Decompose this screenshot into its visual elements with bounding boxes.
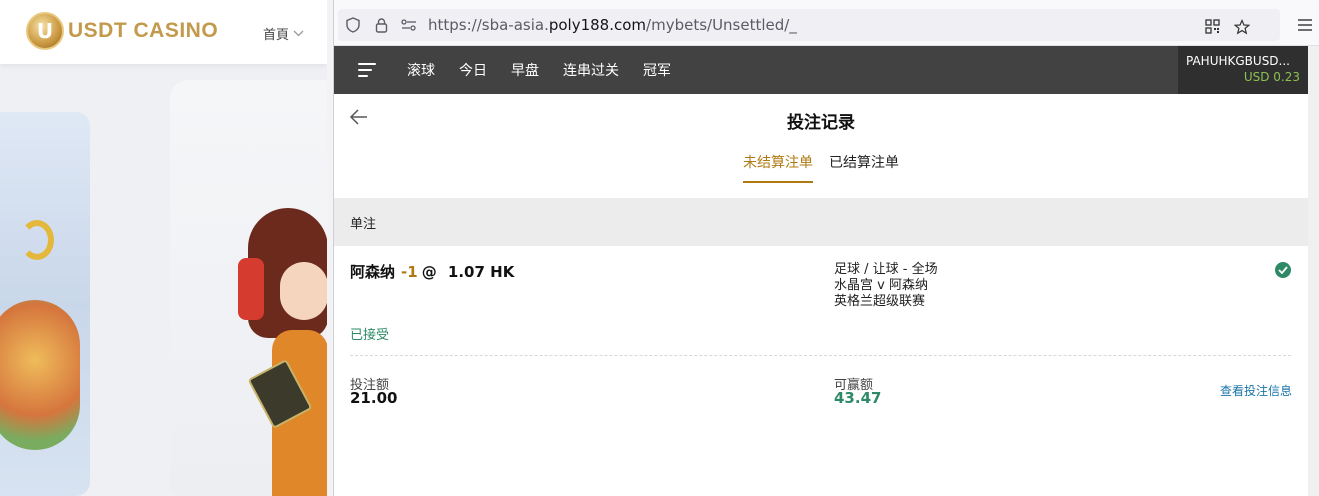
nav-home-menu[interactable]: 首頁 [263, 24, 304, 43]
vertical-scrollbar[interactable] [1308, 46, 1319, 496]
tab-outright[interactable]: 冠军 [643, 60, 671, 80]
shield-icon[interactable] [342, 14, 364, 36]
browser-window: https://sba-asia.poly188.com/mybets/Unse… [333, 0, 1319, 496]
casino-logo[interactable]: U USDT CASINO [26, 12, 218, 50]
chevron-down-icon [293, 27, 304, 40]
address-bar[interactable]: https://sba-asia.poly188.com/mybets/Unse… [338, 9, 1280, 41]
lock-icon[interactable] [370, 14, 392, 36]
tab-early[interactable]: 早盘 [511, 60, 539, 80]
browser-toolbar: https://sba-asia.poly188.com/mybets/Unse… [334, 4, 1319, 46]
check-circle-icon [1275, 262, 1291, 278]
bet-odds: 1.07 HK [447, 263, 515, 281]
account-name: PAHUHKGBUSD... [1186, 54, 1290, 68]
screen: U USDT CASINO 首頁 https://sba-asia.poly18… [0, 0, 1319, 496]
stake-value: 21.00 [350, 389, 398, 407]
tab-parlay[interactable]: 连串过关 [563, 60, 619, 80]
section-header-single: 单注 [334, 198, 1308, 246]
character-face [280, 262, 327, 320]
logo-text: USDT CASINO [68, 19, 219, 42]
dashed-divider [350, 355, 1291, 356]
view-bet-details-link[interactable]: 查看投注信息 [1220, 382, 1292, 399]
bet-at-sign: @ [421, 263, 437, 281]
url-domain: poly188.com [548, 16, 647, 34]
url-path: /mybets/Unsettled/_ [646, 16, 797, 34]
tab-settled[interactable]: 已结算注单 [829, 152, 899, 183]
background-casino-site: U USDT CASINO 首頁 [0, 0, 327, 496]
bet-match: 水晶宫 v 阿森纳 [834, 278, 928, 293]
bet-handicap: -1 [401, 263, 418, 281]
bookmark-star-icon[interactable] [1233, 19, 1251, 39]
url-prefix: https://sba-asia. [428, 16, 549, 34]
url-text[interactable]: https://sba-asia.poly188.com/mybets/Unse… [428, 16, 797, 34]
bet-match-info: 足球 / 让球 - 全场 水晶宫 v 阿森纳 英格兰超级联赛 [834, 262, 938, 310]
logo-badge-icon: U [26, 12, 64, 50]
tab-today[interactable]: 今日 [459, 60, 487, 80]
bet-selection: 阿森纳 [350, 263, 396, 281]
game-character-left [0, 300, 80, 450]
address-bar-actions [1205, 19, 1251, 39]
sport-tabs: 滚球 今日 早盘 连串过关 冠军 [407, 46, 695, 94]
sportsbook-nav-bar: 滚球 今日 早盘 连串过关 冠军 PAHUHKGBUSD... USD 0.23 [334, 46, 1308, 94]
bet-card: 阿森纳 -1 @ 1.07 HK 足球 / 让球 - 全场 水晶宫 v 阿森纳 英格… [334, 246, 1308, 496]
bet-selection-line: 阿森纳 -1 @ 1.07 HK [350, 261, 514, 282]
tab-unsettled[interactable]: 未结算注单 [743, 152, 813, 183]
permissions-icon[interactable] [398, 14, 420, 36]
hook-decoration [20, 220, 54, 260]
page-title: 投注记录 [787, 113, 855, 133]
bet-league: 英格兰超级联赛 [834, 294, 926, 309]
potential-win-value: 43.47 [834, 389, 882, 407]
bet-history-page: 投注记录 未结算注单 已结算注单 单注 阿森纳 -1 @ 1.07 HK 足球 / … [334, 94, 1308, 496]
nav-home-label: 首頁 [263, 28, 290, 43]
bet-market: 足球 / 让球 - 全场 [834, 262, 938, 277]
qr-code-icon[interactable] [1205, 19, 1220, 39]
tab-live[interactable]: 滚球 [407, 60, 435, 80]
account-panel[interactable]: PAHUHKGBUSD... USD 0.23 [1178, 46, 1308, 94]
casino-header: U USDT CASINO 首頁 [0, 0, 327, 64]
character-bow [238, 258, 264, 320]
bet-status-tabs: 未结算注单 已结算注单 [334, 152, 1308, 183]
account-balance: USD 0.23 [1243, 70, 1300, 84]
browser-menu-icon[interactable] [1298, 16, 1312, 35]
hamburger-menu-icon[interactable] [358, 63, 376, 77]
bet-status: 已接受 [350, 328, 390, 343]
